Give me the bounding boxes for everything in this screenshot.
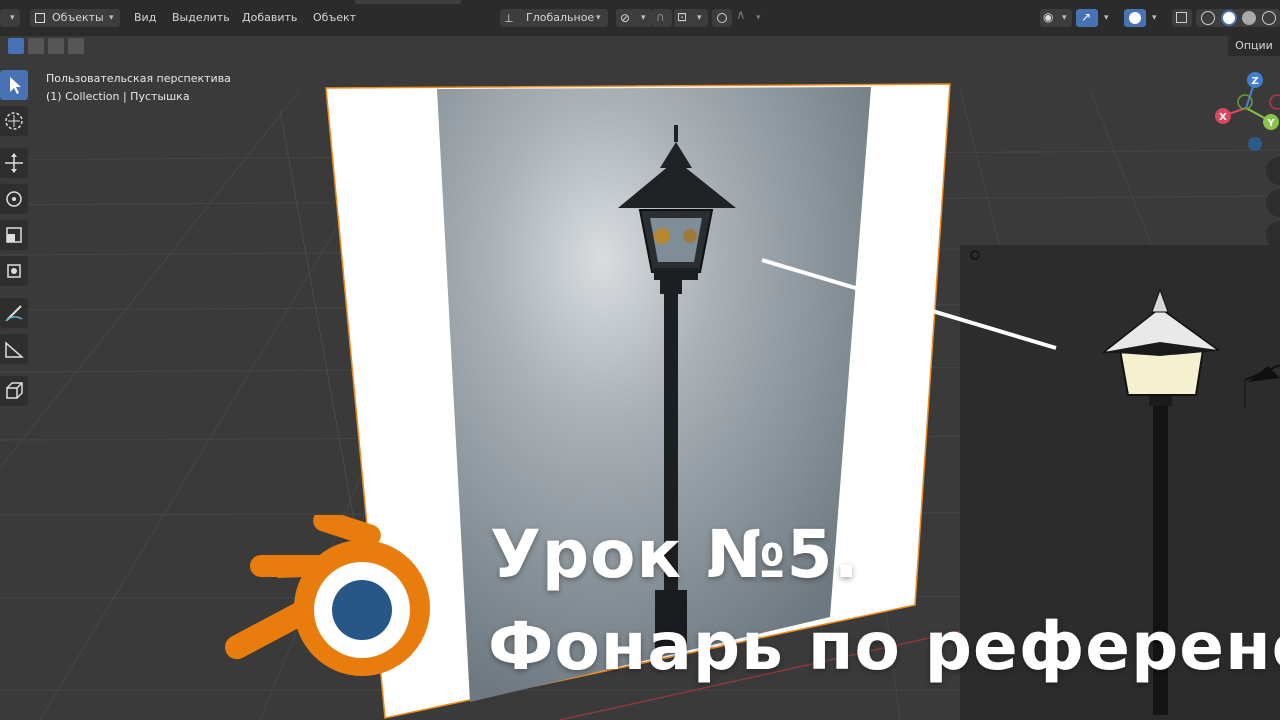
chevron-down-icon: ▾ <box>756 13 761 23</box>
orientation-icon: ⊥ <box>504 12 514 25</box>
cursor-icon <box>10 77 21 94</box>
menu-view[interactable]: Вид <box>130 8 160 28</box>
overlays-icon <box>1129 12 1141 24</box>
select-intersect-mode-button[interactable] <box>68 38 84 54</box>
chevron-down-icon: ▾ <box>10 13 15 23</box>
workspace-tab-hint <box>355 0 461 4</box>
measure-tool-button[interactable] <box>0 334 28 364</box>
solid-shading-dot <box>1223 12 1235 24</box>
scale-icon <box>6 227 22 243</box>
neg-y-axis-icon[interactable] <box>1237 94 1253 110</box>
pivot-point-dropdown[interactable]: ⊘ ▾ <box>616 9 652 27</box>
snap-toggle[interactable]: ∩ <box>652 9 672 27</box>
select-subtract-mode-button[interactable] <box>48 38 64 54</box>
lesson-title-line-2: Фонарь по референсу <box>488 608 1280 685</box>
shading-mode-group <box>1196 9 1280 27</box>
eye-icon: ◉ <box>1043 10 1054 24</box>
link-icon: ⊘ <box>620 11 631 25</box>
chevron-down-icon: ▾ <box>1104 13 1109 23</box>
add-cube-tool-button[interactable] <box>0 376 28 406</box>
viewport-info: Пользовательская перспектива (1) Collect… <box>46 70 231 106</box>
select-new-mode-button[interactable] <box>8 38 24 54</box>
options-dropdown[interactable]: Опции <box>1228 36 1280 56</box>
lesson-title-line-1: Урок №5. <box>490 516 860 593</box>
viewport-header: ▾ Объекты ▾ Вид Выделить Добавить Объект… <box>0 0 1280 36</box>
svg-text:Y: Y <box>1266 118 1275 129</box>
blender-logo <box>225 515 430 676</box>
neg-x-axis-icon[interactable] <box>1269 94 1280 110</box>
transform-orientation-dropdown[interactable]: ⊥ Глобальное ▾ <box>500 9 608 27</box>
move-tool-button[interactable] <box>0 148 28 178</box>
falloff-icon[interactable]: ∧ <box>736 8 746 23</box>
svg-text:Z: Z <box>1251 76 1258 87</box>
magnet-icon: ∩ <box>656 10 665 24</box>
visibility-dropdown[interactable]: ◉ ▾ <box>1040 9 1072 27</box>
cursor-tool-button[interactable] <box>0 106 28 136</box>
neg-z-axis-icon[interactable] <box>1248 137 1262 151</box>
annotate-tool-button[interactable] <box>0 298 28 328</box>
menu-add[interactable]: Добавить <box>238 8 301 28</box>
collection-line: (1) Collection | Пустышка <box>46 90 190 103</box>
pencil-icon <box>5 305 23 322</box>
wireframe-shading-icon[interactable] <box>1201 11 1215 25</box>
menu-object[interactable]: Объект <box>309 8 359 28</box>
select-extend-mode-button[interactable] <box>28 38 44 54</box>
transform-icon <box>7 264 21 278</box>
menu-select[interactable]: Выделить <box>168 8 234 28</box>
proportional-editing-toggle[interactable] <box>712 9 732 27</box>
navigation-gizmo[interactable]: Z Y X <box>1208 68 1280 152</box>
select-tool-button[interactable] <box>0 70 28 100</box>
chevron-down-icon: ▾ <box>596 13 601 23</box>
chevron-down-icon: ▾ <box>1062 13 1067 23</box>
editor-type-button[interactable]: ▾ <box>0 9 20 27</box>
ruler-icon <box>5 341 24 358</box>
gizmo-toggle[interactable]: ↗ <box>1076 9 1098 27</box>
selection-mode-bar <box>0 36 1280 60</box>
rotate-tool-button[interactable] <box>0 184 28 214</box>
xray-toggle[interactable] <box>1172 9 1192 27</box>
rendered-shading-icon[interactable] <box>1262 11 1276 25</box>
overlays-toggle[interactable] <box>1124 9 1146 27</box>
gizmo-icon: ↗ <box>1081 10 1092 24</box>
chevron-down-icon: ▾ <box>109 13 114 23</box>
move-icon <box>5 153 23 173</box>
rotate-icon <box>6 191 22 207</box>
transform-tool-button[interactable] <box>0 256 28 286</box>
snap-increment-icon: ⊡ <box>677 10 688 24</box>
svg-text:X: X <box>1219 112 1227 123</box>
object-mode-dropdown[interactable]: Объекты ▾ <box>30 9 120 27</box>
snap-target-dropdown[interactable]: ⊡ ▾ <box>674 9 708 27</box>
object-mode-icon <box>35 13 45 23</box>
scale-tool-button[interactable] <box>0 220 28 250</box>
view-name: Пользовательская перспектива <box>46 72 231 85</box>
object-mode-label: Объекты <box>52 11 104 24</box>
crosshair-icon <box>5 112 23 130</box>
cube-icon <box>6 382 23 399</box>
3d-viewport[interactable]: Пользовательская перспектива (1) Collect… <box>0 0 1280 720</box>
material-shading-icon[interactable] <box>1242 11 1256 25</box>
proportional-icon <box>717 13 727 23</box>
xray-icon <box>1176 12 1187 23</box>
chevron-down-icon: ▾ <box>641 13 646 23</box>
chevron-down-icon: ▾ <box>697 13 702 23</box>
orientation-label: Глобальное <box>526 11 595 24</box>
chevron-down-icon: ▾ <box>1152 13 1157 23</box>
